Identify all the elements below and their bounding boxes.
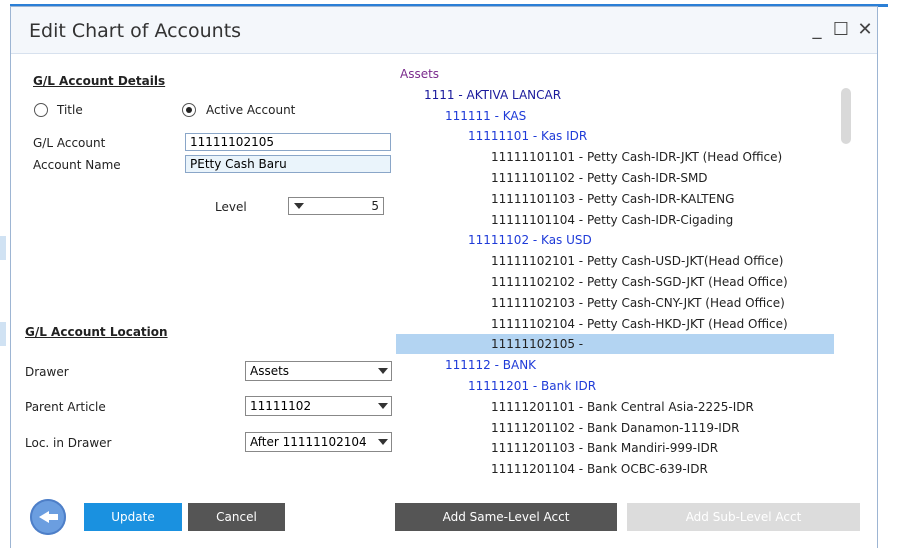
tree-node[interactable]: 11111102103 - Petty Cash-CNY-JKT (Head O… — [396, 293, 834, 313]
dropdown-arrow-icon — [294, 203, 304, 209]
title-radio[interactable] — [34, 103, 48, 117]
tree-node[interactable]: 111112 - BANK — [396, 355, 834, 375]
drawer-select-value: Assets — [250, 364, 290, 378]
tree-node-label: 11111201101 - Bank Central Asia-2225-IDR — [491, 399, 754, 414]
tree-node[interactable]: 11111101103 - Petty Cash-IDR-KALTENG — [396, 189, 834, 209]
add-same-level-acct-button[interactable]: Add Same-Level Acct — [395, 503, 617, 531]
tree-node-label: Assets — [400, 67, 440, 81]
tree-node-label: 11111102102 - Petty Cash-SGD-JKT (Head O… — [491, 275, 788, 289]
background-decoration — [0, 322, 6, 346]
tree-node-label: 11111101 - Kas IDR — [468, 129, 588, 144]
drawer-label: Drawer — [25, 365, 69, 379]
active-account-radio-label: Active Account — [206, 103, 296, 117]
cancel-button[interactable]: Cancel — [188, 503, 285, 531]
tree-node[interactable]: Assets — [396, 66, 834, 84]
parent-article-select-value: 11111102 — [250, 399, 312, 413]
account-tree[interactable]: Assets 1111 - AKTIVA LANCAR 111111 - KAS 11… — [396, 66, 836, 486]
tree-node-label: 11111102101 - Petty Cash-USD-JKT(Head Of… — [491, 254, 784, 269]
window-title: Edit Chart of Accounts — [29, 20, 242, 42]
tree-node[interactable]: 11111101101 - Petty Cash-IDR-JKT (Head O… — [396, 147, 834, 167]
close-button[interactable]: ✕ — [853, 19, 877, 41]
tree-scrollbar[interactable] — [841, 88, 851, 144]
tree-node-label: 11111102 - Kas USD — [468, 233, 592, 248]
parent-article-select[interactable]: 11111102 — [245, 396, 392, 416]
update-button[interactable]: Update — [84, 503, 182, 531]
loc-in-drawer-select[interactable]: After 11111102104 — [245, 432, 392, 452]
tree-node[interactable]: 11111102104 - Petty Cash-HKD-JKT (Head O… — [396, 314, 834, 334]
tree-node-label: 11111101102 - Petty Cash-IDR-SMD — [491, 171, 708, 185]
tree-node[interactable]: 1111 - AKTIVA LANCAR — [396, 85, 834, 105]
tree-node-label: 111111 - KAS — [445, 108, 527, 123]
dropdown-arrow-icon — [378, 439, 388, 445]
tree-node[interactable]: 111111 - KAS — [396, 106, 834, 126]
level-value: 5 — [371, 199, 379, 213]
tree-node[interactable]: 11111102101 - Petty Cash-USD-JKT(Head Of… — [396, 251, 834, 271]
tree-node-label: 11111101101 - Petty Cash-IDR-JKT (Head O… — [491, 150, 783, 165]
drawer-select[interactable]: Assets — [245, 361, 392, 381]
gl-account-label: G/L Account — [33, 136, 106, 150]
tree-node-label: 1111 - AKTIVA LANCAR — [424, 87, 562, 102]
tree-node-label: 11111201103 - Bank Mandiri-999-IDR — [491, 441, 719, 456]
tree-node-label: 11111101103 - Petty Cash-IDR-KALTENG — [491, 191, 735, 206]
level-label: Level — [215, 200, 247, 214]
tree-node[interactable]: 11111201 - Bank IDR — [396, 376, 834, 396]
account-name-field[interactable]: PEtty Cash Baru — [185, 155, 391, 173]
active-account-radio[interactable] — [182, 103, 196, 117]
tree-node-label: 11111102104 - Petty Cash-HKD-JKT (Head O… — [491, 316, 788, 331]
tree-node-label: 11111201104 - Bank OCBC-639-IDR — [491, 462, 708, 477]
account-name-label: Account Name — [33, 158, 121, 172]
tree-node[interactable]: 11111101104 - Petty Cash-IDR-Cigading — [396, 210, 834, 230]
tree-node-label: 11111102105 - — [491, 337, 584, 352]
dropdown-arrow-icon — [378, 403, 388, 409]
gl-account-location-heading: G/L Account Location — [25, 325, 168, 339]
tree-node[interactable]: 11111201101 - Bank Central Asia-2225-IDR — [396, 397, 834, 417]
gl-account-details-heading: G/L Account Details — [33, 74, 166, 88]
gl-account-field[interactable]: 11111102105 — [185, 133, 391, 151]
tree-node-label: 11111101104 - Petty Cash-IDR-Cigading — [491, 212, 734, 227]
add-sub-level-acct-button[interactable]: Add Sub-Level Acct — [627, 503, 860, 531]
tree-node[interactable]: 11111102105 - — [396, 334, 834, 355]
tree-node[interactable]: 11111101102 - Petty Cash-IDR-SMD — [396, 168, 834, 188]
tree-node[interactable]: 11111102102 - Petty Cash-SGD-JKT (Head O… — [396, 272, 834, 292]
loc-in-drawer-select-value: After 11111102104 — [250, 435, 367, 449]
back-arrow-icon[interactable] — [30, 499, 66, 535]
tree-node[interactable]: 11111201103 - Bank Mandiri-999-IDR — [396, 438, 834, 458]
tree-node[interactable]: 11111201102 - Bank Danamon-1119-IDR — [396, 418, 834, 438]
parent-article-label: Parent Article — [25, 400, 106, 414]
tree-node[interactable]: 11111201104 - Bank OCBC-639-IDR — [396, 459, 834, 479]
title-radio-label: Title — [57, 103, 83, 117]
tree-node[interactable]: 11111102 - Kas USD — [396, 230, 834, 250]
loc-in-drawer-label: Loc. in Drawer — [25, 436, 112, 450]
tree-node[interactable]: 11111101 - Kas IDR — [396, 126, 834, 146]
level-selector[interactable]: 5 — [288, 197, 384, 215]
tree-node-label: 111112 - BANK — [445, 358, 537, 373]
tree-node-label: 11111102103 - Petty Cash-CNY-JKT (Head O… — [491, 295, 785, 310]
tree-node-label: 11111201102 - Bank Danamon-1119-IDR — [491, 420, 740, 435]
minimize-button[interactable]: _ — [805, 19, 829, 41]
dropdown-arrow-icon — [378, 368, 388, 374]
tree-node-label: 11111201 - Bank IDR — [468, 379, 597, 393]
background-decoration — [0, 236, 6, 260]
maximize-button[interactable]: ☐ — [829, 19, 853, 41]
